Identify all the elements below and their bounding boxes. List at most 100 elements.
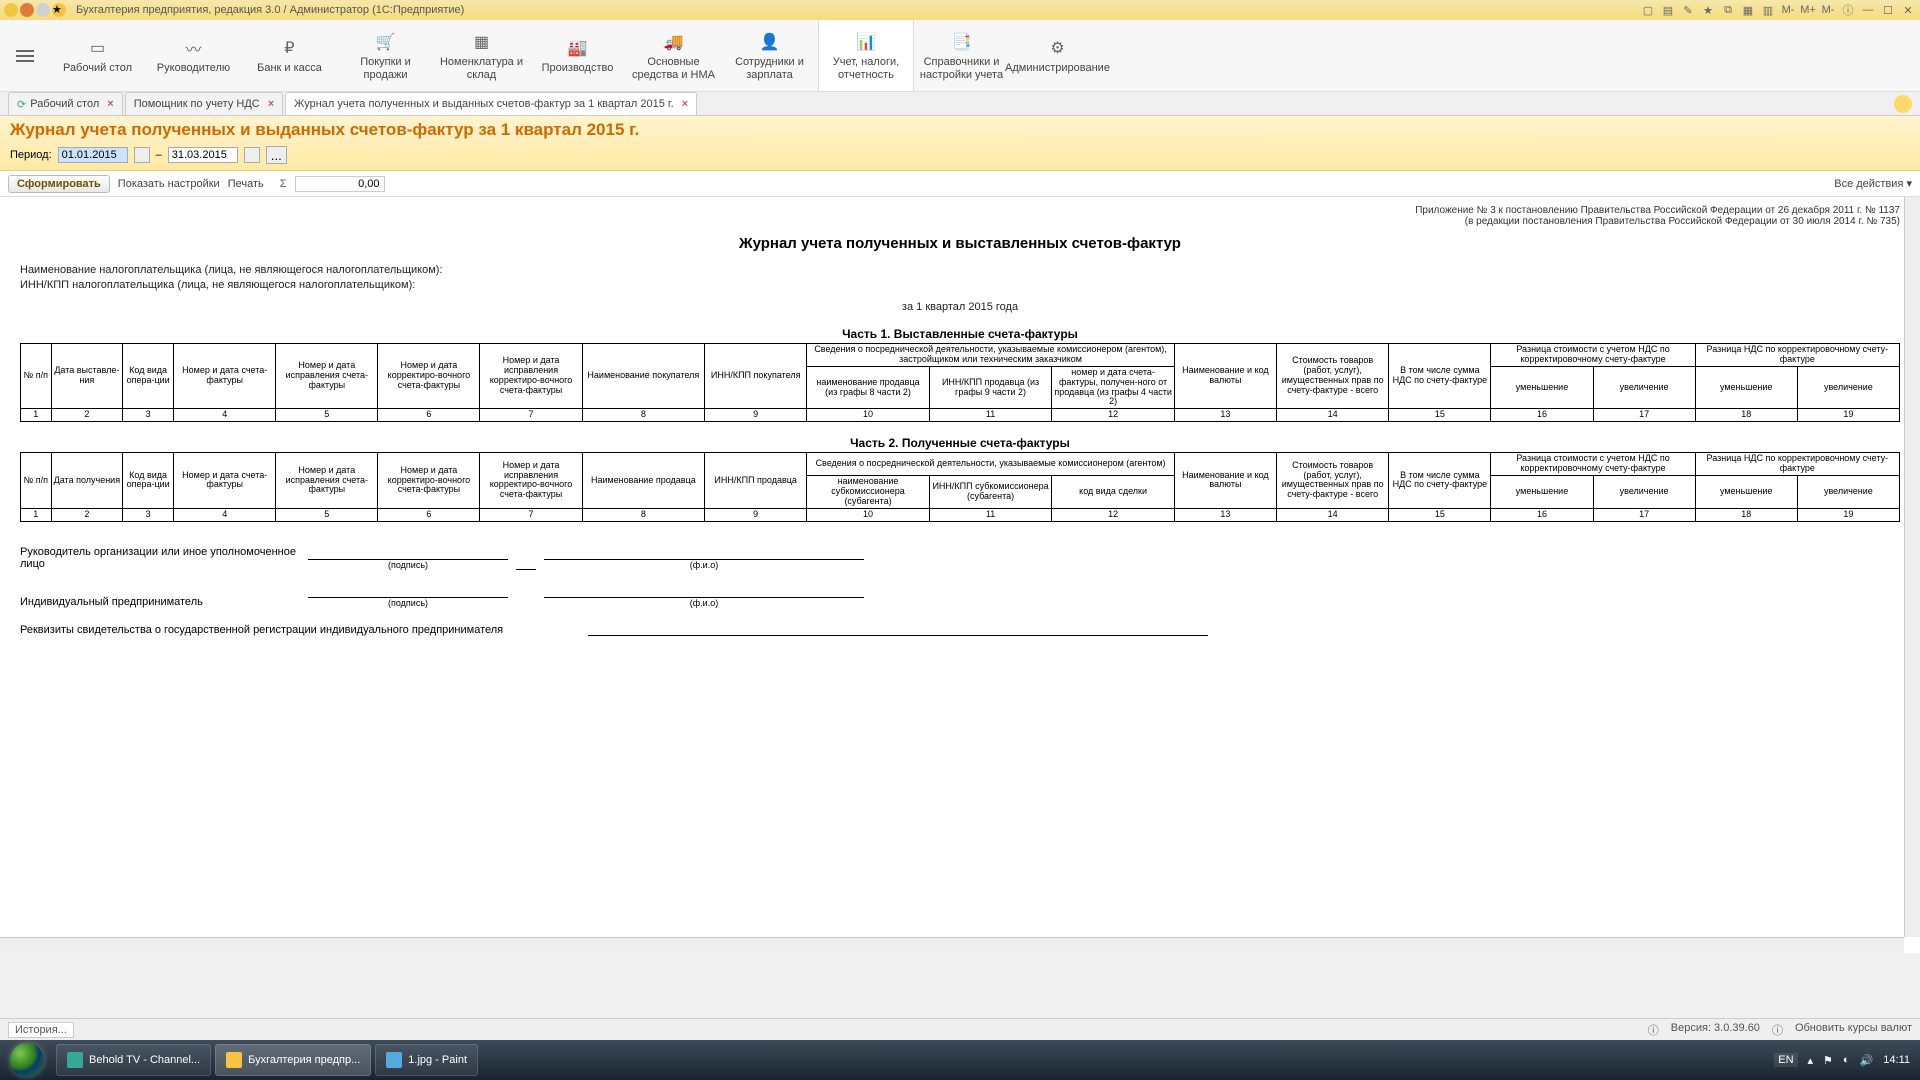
start-button[interactable] xyxy=(0,1040,54,1080)
table-header: Номер и дата счета-фактуры xyxy=(174,453,276,508)
toolbar-icon[interactable]: ▢ xyxy=(1640,2,1656,18)
tab[interactable]: ⟳Рабочий стол× xyxy=(8,92,123,115)
nav-item[interactable]: ⚙Администрирование xyxy=(1010,20,1106,91)
report-header: Журнал учета полученных и выданных счето… xyxy=(0,116,1920,171)
sys-btn-2[interactable] xyxy=(36,3,50,17)
nav-item[interactable]: 📑Справочники и настройки учета xyxy=(914,20,1010,91)
period-more-button[interactable]: ... xyxy=(266,146,287,164)
nav-item[interactable]: 👤Сотрудники и зарплата xyxy=(722,20,818,91)
tab-label: Рабочий стол xyxy=(30,98,99,110)
nav-item[interactable]: 📊Учет, налоги, отчетность xyxy=(818,20,914,91)
decree-text: Приложение № 3 к постановлению Правитель… xyxy=(20,205,1900,216)
toolbar-text[interactable]: M+ xyxy=(1800,2,1816,18)
table-header: ИНН/КПП покупателя xyxy=(705,344,807,409)
table-header: уменьшение xyxy=(1695,476,1797,509)
part1-table: № п/пДата выставле-нияКод вида опера-ции… xyxy=(20,343,1900,422)
toolbar-text[interactable]: M- xyxy=(1780,2,1796,18)
col-number: 8 xyxy=(582,508,705,521)
help-icon[interactable]: ⓘ xyxy=(1840,2,1856,18)
nav-label: Учет, налоги, отчетность xyxy=(821,56,911,80)
menu-button[interactable] xyxy=(0,20,50,91)
tray-icon[interactable]: ⚑ xyxy=(1823,1054,1833,1067)
toolbar-icon[interactable]: ▤ xyxy=(1660,2,1676,18)
system-tray: EN ▴ ⚑ ◐ 🔊 14:11 xyxy=(1774,1053,1920,1067)
tab-overflow-icon[interactable] xyxy=(1894,95,1912,113)
taskbar-item[interactable]: Бухгалтерия предпр... xyxy=(215,1044,371,1076)
col-number: 15 xyxy=(1389,409,1491,422)
history-button[interactable]: История... xyxy=(8,1022,74,1038)
clock[interactable]: 14:11 xyxy=(1883,1054,1910,1066)
table-header: Код вида опера-ции xyxy=(123,453,174,508)
maximize-icon[interactable]: ☐ xyxy=(1880,2,1896,18)
close-icon[interactable]: ✕ xyxy=(1900,2,1916,18)
col-number: 12 xyxy=(1052,409,1175,422)
sig-req-label: Реквизиты свидетельства о государственно… xyxy=(20,624,580,636)
table-header: уменьшение xyxy=(1491,476,1593,509)
table-header: Номер и дата исправления корректиро-вочн… xyxy=(480,344,582,409)
nav-item[interactable]: ₽Банк и касса xyxy=(242,20,338,91)
tab-close-icon[interactable]: × xyxy=(268,98,274,110)
nav-item[interactable]: 🚚Основные средства и НМА xyxy=(626,20,722,91)
nav-label: Справочники и настройки учета xyxy=(916,56,1007,80)
nav-label: Рабочий стол xyxy=(63,62,132,74)
col-number: 16 xyxy=(1491,409,1593,422)
toolbar-icon[interactable]: ★ xyxy=(1700,2,1716,18)
col-number: 2 xyxy=(51,409,122,422)
tab-close-icon[interactable]: × xyxy=(107,98,113,110)
horizontal-scrollbar[interactable] xyxy=(0,937,1904,953)
table-header: Разница НДС по корректировочному счету-ф… xyxy=(1695,344,1899,367)
nav-item[interactable]: 🏭Производство xyxy=(530,20,626,91)
sum-value: 0,00 xyxy=(295,176,385,192)
table-header: Разница стоимости с учетом НДС по коррек… xyxy=(1491,453,1695,476)
toolbar-icon[interactable]: ▦ xyxy=(1740,2,1756,18)
show-settings-link[interactable]: Показать настройки xyxy=(118,178,220,190)
tab[interactable]: Помощник по учету НДС× xyxy=(125,92,283,115)
toolbar-icon[interactable]: ▥ xyxy=(1760,2,1776,18)
all-actions-button[interactable]: Все действия ▾ xyxy=(1834,177,1912,190)
col-number: 8 xyxy=(582,409,705,422)
nav-item[interactable]: 🛒Покупки и продажи xyxy=(338,20,434,91)
print-link[interactable]: Печать xyxy=(228,178,264,190)
org-name-line: Наименование налогоплательщика (лица, не… xyxy=(20,264,1900,276)
col-number: 6 xyxy=(378,508,480,521)
update-rates-link[interactable]: Обновить курсы валют xyxy=(1795,1022,1912,1038)
nav-item[interactable]: ▭ Рабочий стол xyxy=(50,20,146,91)
date-to-input[interactable] xyxy=(168,147,238,163)
table-header: наименование субкомиссионера (субагента) xyxy=(807,476,930,509)
tab[interactable]: Журнал учета полученных и выданных счето… xyxy=(285,92,697,115)
sys-btn-1[interactable] xyxy=(20,3,34,17)
col-number: 7 xyxy=(480,508,582,521)
table-header: увеличение xyxy=(1593,476,1695,509)
tray-chevron-icon[interactable]: ▴ xyxy=(1808,1054,1814,1067)
date-from-input[interactable] xyxy=(58,147,128,163)
language-indicator[interactable]: EN xyxy=(1774,1053,1797,1067)
table-header: В том числе сумма НДС по счету-фактуре xyxy=(1389,453,1491,508)
toolbar-icon[interactable]: ⧉ xyxy=(1720,2,1736,18)
taskbar-item[interactable]: 1.jpg - Paint xyxy=(375,1044,478,1076)
toolbar-icon[interactable]: ✎ xyxy=(1680,2,1696,18)
nav-label: Руководителю xyxy=(157,62,230,74)
nav-item[interactable]: ▦Номенклатура и склад xyxy=(434,20,530,91)
tray-icon[interactable]: ◐ xyxy=(1843,1054,1850,1066)
calendar-icon[interactable] xyxy=(244,147,260,163)
table-header: Номер и дата корректиро-вочного счета-фа… xyxy=(378,453,480,508)
page-title: Журнал учета полученных и выданных счето… xyxy=(10,120,1910,140)
calendar-icon[interactable] xyxy=(134,147,150,163)
table-header: уменьшение xyxy=(1695,366,1797,409)
nav-icon: ▭ xyxy=(90,36,105,60)
tray-volume-icon[interactable]: 🔊 xyxy=(1860,1054,1874,1067)
taskbar-item[interactable]: Behold TV - Channel... xyxy=(56,1044,211,1076)
nav-item[interactable]: 〰Руководителю xyxy=(146,20,242,91)
star-icon[interactable]: ★ xyxy=(52,3,66,17)
sig-ip-label: Индивидуальный предприниматель xyxy=(20,596,300,608)
nav-icon: 👤 xyxy=(760,30,780,54)
form-button[interactable]: Сформировать xyxy=(8,175,110,193)
col-number: 15 xyxy=(1389,508,1491,521)
tab-close-icon[interactable]: × xyxy=(682,98,688,110)
inn-line: ИНН/КПП налогоплательщика (лица, не явля… xyxy=(20,279,1900,291)
vertical-scrollbar[interactable] xyxy=(1904,197,1920,937)
nav-label: Производство xyxy=(542,62,614,74)
col-number: 14 xyxy=(1276,508,1388,521)
toolbar-text[interactable]: M- xyxy=(1820,2,1836,18)
minimize-icon[interactable]: — xyxy=(1860,2,1876,18)
